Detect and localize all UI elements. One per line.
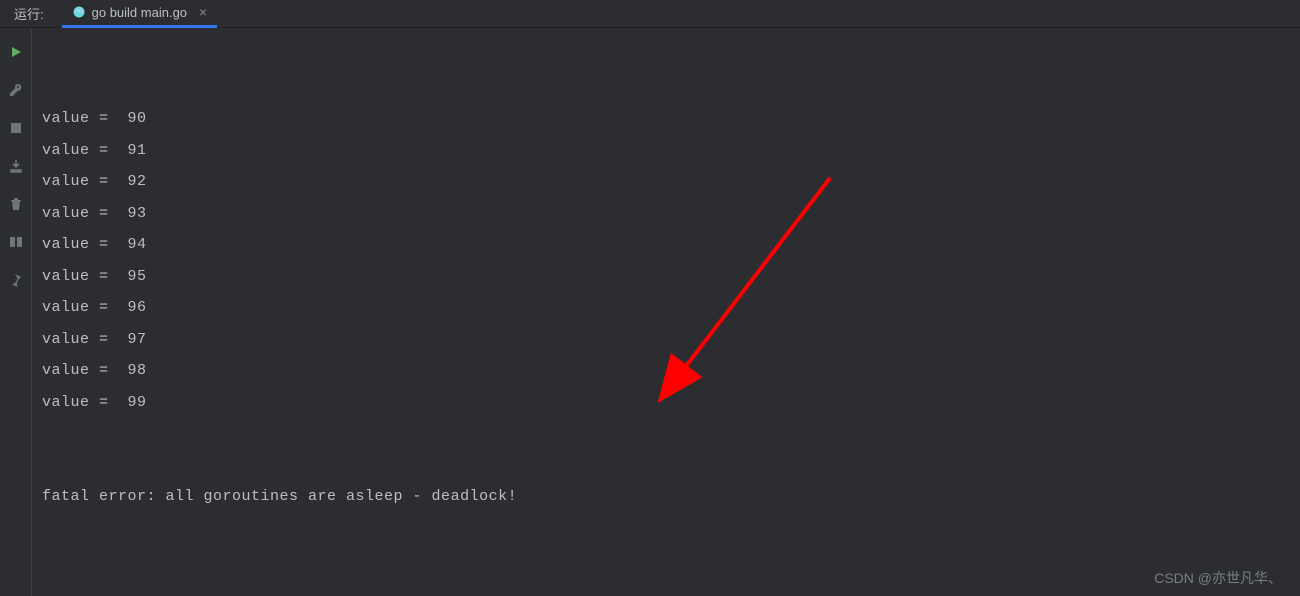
download-icon[interactable] [8, 158, 24, 174]
trash-icon[interactable] [8, 196, 24, 212]
console-value-line: value = 96 [42, 292, 1290, 324]
close-icon[interactable]: × [199, 4, 207, 20]
console-output: value = 90value = 91value = 92value = 93… [32, 28, 1300, 596]
run-toolbar [0, 28, 32, 596]
console-value-line: value = 94 [42, 229, 1290, 261]
console-value-line: value = 91 [42, 135, 1290, 167]
console-value-line: value = 99 [42, 387, 1290, 419]
stop-icon[interactable] [8, 120, 24, 136]
tab-go-build[interactable]: go build main.go × [62, 0, 218, 28]
run-label: 运行: [0, 4, 62, 23]
wrench-icon[interactable] [8, 82, 24, 98]
layout-icon[interactable] [8, 234, 24, 250]
console-value-line: value = 97 [42, 324, 1290, 356]
go-gopher-icon [72, 5, 86, 19]
pin-icon[interactable] [8, 272, 24, 288]
run-header: 运行: go build main.go × [0, 0, 1300, 28]
fatal-error-line: fatal error: all goroutines are asleep -… [42, 481, 1290, 513]
run-icon[interactable] [8, 44, 24, 60]
console-value-line: value = 93 [42, 198, 1290, 230]
console-value-line: value = 90 [42, 103, 1290, 135]
tab-title: go build main.go [92, 5, 187, 20]
console-value-line: value = 92 [42, 166, 1290, 198]
watermark: CSDN @亦世凡华、 [1154, 568, 1282, 588]
console-value-line: value = 98 [42, 355, 1290, 387]
console-value-line: value = 95 [42, 261, 1290, 293]
